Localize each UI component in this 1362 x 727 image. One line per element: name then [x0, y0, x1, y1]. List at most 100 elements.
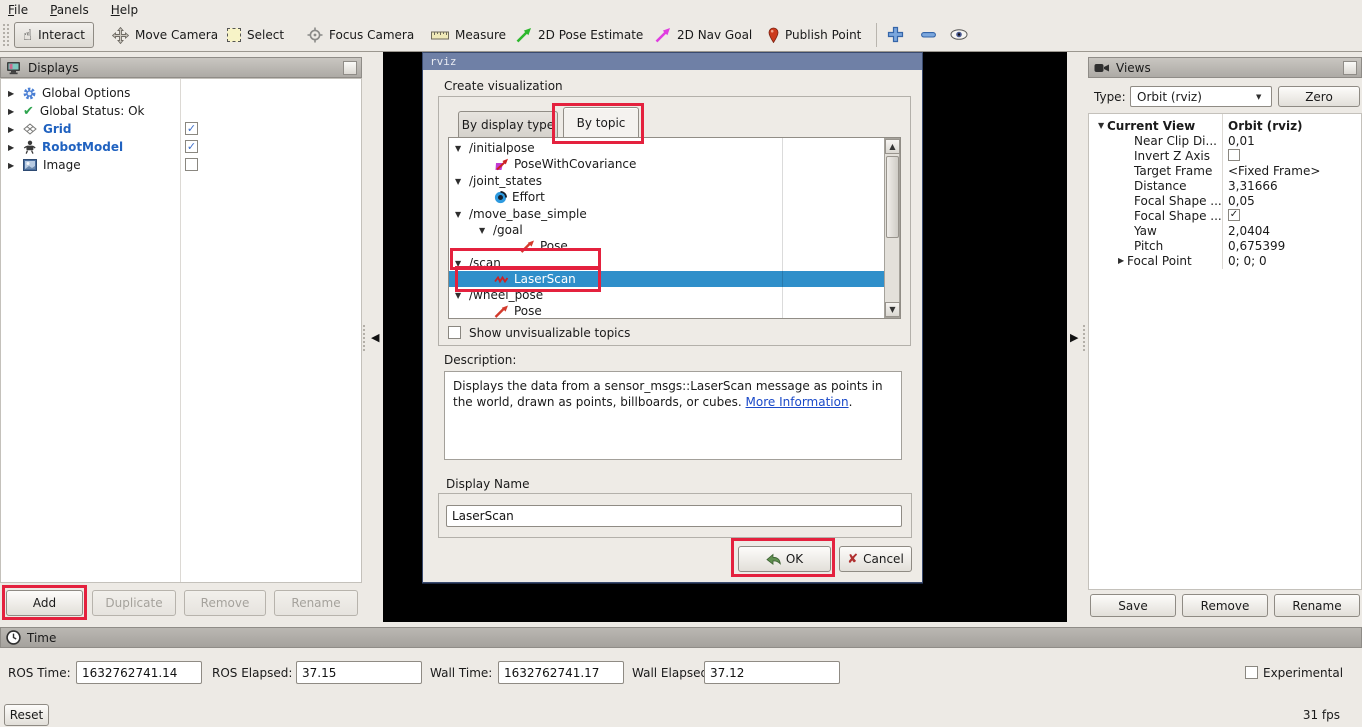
zoom-in-button[interactable]: [887, 26, 904, 43]
add-display-button[interactable]: Add: [6, 590, 83, 616]
expander-open-icon[interactable]: ▼: [455, 210, 464, 219]
property-value[interactable]: 0,05: [1228, 193, 1255, 208]
expander-open-icon[interactable]: ▼: [455, 144, 464, 153]
property-value[interactable]: 0,675399: [1228, 238, 1285, 253]
menu-file[interactable]: File: [8, 3, 28, 17]
property-name[interactable]: Pitch: [1134, 238, 1163, 253]
wall-elapsed-input[interactable]: [704, 661, 840, 684]
more-information-link[interactable]: More Information: [746, 395, 849, 409]
display-row-image[interactable]: ▶ Image: [8, 156, 81, 174]
ros-time-input[interactable]: [76, 661, 202, 684]
remove-view-button[interactable]: Remove: [1182, 594, 1268, 617]
save-view-button[interactable]: Save: [1090, 594, 1176, 617]
tool-interact[interactable]: ☝ Interact: [14, 22, 94, 48]
tool-focus-camera[interactable]: Focus Camera: [299, 22, 422, 48]
property-name[interactable]: Focal Shape ...: [1134, 193, 1222, 208]
views-row-focal-point[interactable]: ▶ Focal Point: [1118, 253, 1192, 268]
views-panel-header[interactable]: Views: [1088, 57, 1362, 78]
grid-enabled-checkbox[interactable]: ✓: [185, 122, 198, 135]
display-row-global-options[interactable]: ▶ Global Options: [8, 84, 130, 102]
topic-row-initialpose[interactable]: ▼ /initialpose: [455, 140, 891, 156]
rename-display-button[interactable]: Rename: [274, 590, 358, 616]
topic-row-goal-pose[interactable]: Pose: [520, 238, 901, 254]
expander-open-icon[interactable]: ▼: [455, 291, 464, 300]
view-type-select[interactable]: Orbit (rviz) ▼: [1130, 86, 1272, 107]
topic-row-joint-states[interactable]: ▼ /joint_states: [455, 173, 891, 189]
property-name[interactable]: Distance: [1134, 178, 1186, 193]
scrollbar-thumb[interactable]: [886, 156, 899, 238]
topic-row-laserscan-selected[interactable]: LaserScan: [449, 271, 885, 287]
expander-closed-icon[interactable]: ▶: [8, 89, 17, 98]
zero-view-button[interactable]: Zero: [1278, 86, 1360, 107]
topic-tree[interactable]: ▼ /initialpose PoseWithCovariance ▼ /joi…: [448, 137, 901, 319]
tool-2d-nav-goal[interactable]: 2D Nav Goal: [647, 22, 760, 48]
expander-open-icon[interactable]: ▼: [1098, 121, 1107, 130]
wall-time-input[interactable]: [498, 661, 624, 684]
display-name-input[interactable]: [446, 505, 902, 527]
display-row-global-status[interactable]: ▶ ✔ Global Status: Ok: [8, 102, 145, 120]
time-panel-header[interactable]: Time: [0, 627, 1362, 648]
property-value[interactable]: 0; 0; 0: [1228, 253, 1267, 268]
tool-select[interactable]: Select: [219, 22, 292, 48]
right-splitter[interactable]: ▶: [1067, 52, 1088, 622]
expander-closed-icon[interactable]: ▶: [8, 143, 17, 152]
tool-2d-pose-estimate[interactable]: 2D Pose Estimate: [508, 22, 651, 48]
zoom-out-button[interactable]: [921, 32, 936, 38]
topic-row-scan[interactable]: ▼ /scan: [455, 255, 891, 271]
left-splitter[interactable]: ◀: [370, 52, 383, 622]
cancel-button[interactable]: ✘ Cancel: [839, 546, 912, 572]
invert-z-axis-checkbox[interactable]: [1228, 149, 1240, 161]
dialog-titlebar[interactable]: rviz: [423, 53, 922, 70]
menu-panels[interactable]: Panels: [50, 3, 89, 17]
views-tree[interactable]: [1088, 113, 1362, 590]
displays-panel-header[interactable]: Displays: [0, 57, 362, 78]
views-float-button[interactable]: [1343, 61, 1357, 75]
tool-publish-point[interactable]: Publish Point: [760, 22, 869, 48]
tool-measure[interactable]: Measure: [423, 22, 514, 48]
expander-open-icon[interactable]: ▼: [455, 259, 464, 268]
menu-help[interactable]: Help: [111, 3, 138, 17]
tab-by-topic[interactable]: By topic: [563, 107, 639, 137]
scroll-down-button[interactable]: ▼: [885, 302, 900, 317]
experimental-checkbox[interactable]: [1245, 666, 1258, 679]
views-row-current-view[interactable]: ▼ Current View: [1098, 118, 1195, 133]
toolbar-drag-handle[interactable]: [3, 24, 9, 46]
rename-view-button[interactable]: Rename: [1274, 594, 1360, 617]
property-name[interactable]: Invert Z Axis: [1134, 148, 1210, 163]
visibility-button[interactable]: [950, 29, 968, 40]
property-value[interactable]: <Fixed Frame>: [1228, 163, 1320, 178]
topic-row-posewithcovariance[interactable]: PoseWithCovariance: [494, 156, 901, 172]
expander-open-icon[interactable]: ▼: [479, 226, 488, 235]
property-name[interactable]: Yaw: [1134, 223, 1157, 238]
remove-display-button[interactable]: Remove: [184, 590, 266, 616]
tool-move-camera[interactable]: Move Camera: [104, 22, 226, 48]
ok-button[interactable]: OK: [738, 546, 831, 572]
topic-row-wheel-pose[interactable]: ▼ /wheel_pose: [455, 287, 891, 303]
scroll-up-button[interactable]: ▲: [885, 139, 900, 154]
focal-shape-fixed-size-checkbox[interactable]: ✓: [1228, 209, 1240, 221]
topic-row-goal[interactable]: ▼ /goal: [479, 222, 901, 238]
topic-tree-scrollbar[interactable]: ▲ ▼: [884, 138, 900, 318]
topic-row-wheel-pose-pose[interactable]: Pose: [494, 303, 901, 319]
displays-float-button[interactable]: [343, 61, 357, 75]
display-row-robotmodel[interactable]: ▶ RobotModel: [8, 138, 123, 156]
expander-open-icon[interactable]: ▼: [455, 177, 464, 186]
expander-closed-icon[interactable]: ▶: [8, 125, 17, 134]
image-enabled-checkbox[interactable]: [185, 158, 198, 171]
expander-closed-icon[interactable]: ▶: [1118, 256, 1127, 265]
property-value[interactable]: 0,01: [1228, 133, 1255, 148]
reset-button[interactable]: Reset: [4, 704, 49, 726]
expander-closed-icon[interactable]: ▶: [8, 161, 17, 170]
display-row-grid[interactable]: ▶ Grid: [8, 120, 71, 138]
property-name[interactable]: Focal Shape ...: [1134, 208, 1222, 223]
right-splitter-handle[interactable]: [1083, 325, 1086, 351]
collapse-left-icon[interactable]: ◀: [371, 331, 379, 344]
topic-row-effort[interactable]: Effort: [494, 189, 901, 205]
tab-by-display-type[interactable]: By display type: [458, 111, 558, 137]
property-value[interactable]: 3,31666: [1228, 178, 1278, 193]
topic-row-move-base-simple[interactable]: ▼ /move_base_simple: [455, 206, 891, 222]
property-name[interactable]: Near Clip Di...: [1134, 133, 1217, 148]
expander-closed-icon[interactable]: ▶: [8, 107, 17, 116]
property-name[interactable]: Target Frame: [1134, 163, 1212, 178]
collapse-right-icon[interactable]: ▶: [1070, 331, 1078, 344]
